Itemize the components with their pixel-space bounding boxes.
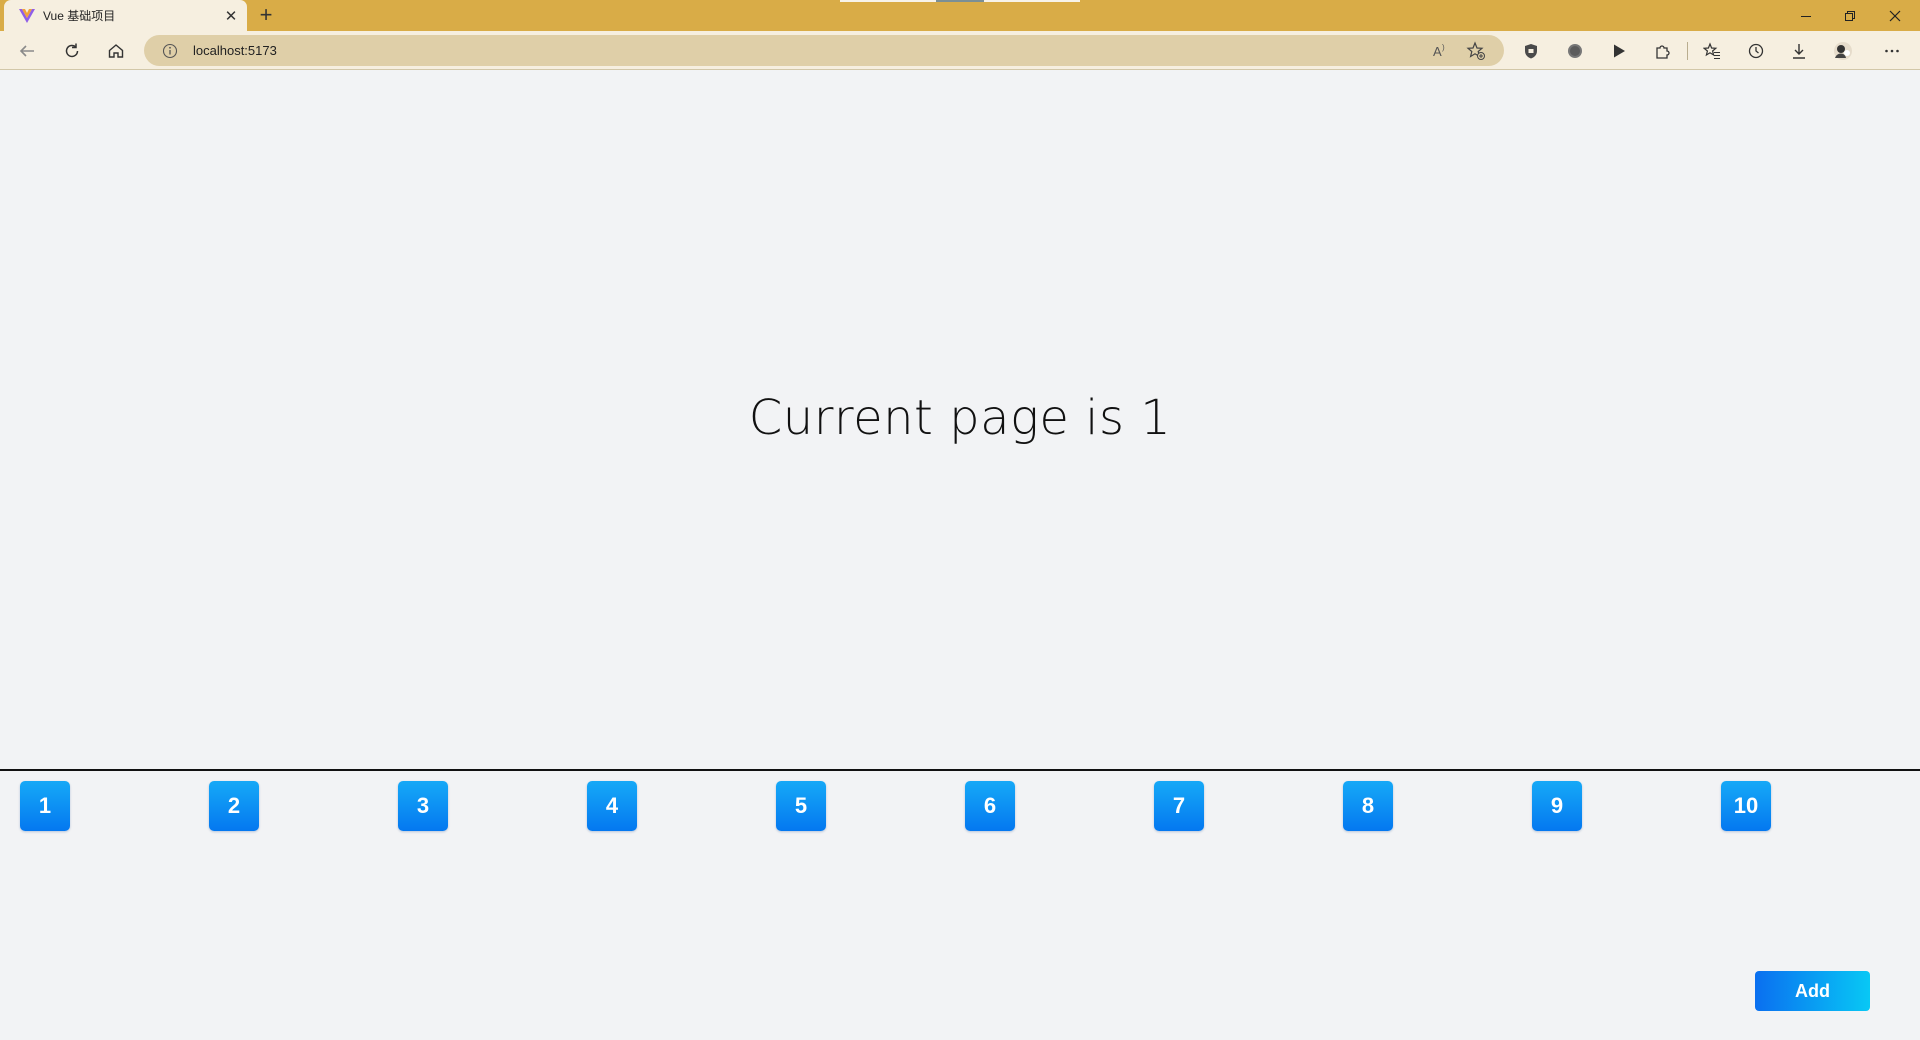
- page-button-10[interactable]: 10: [1721, 781, 1771, 831]
- add-button[interactable]: Add: [1755, 971, 1870, 1011]
- profile-avatar-icon[interactable]: [1830, 38, 1856, 64]
- close-icon[interactable]: [1872, 0, 1918, 31]
- page-button-7[interactable]: 7: [1154, 781, 1204, 831]
- browser-tab[interactable]: Vue 基础项目 ✕: [4, 0, 247, 31]
- extensions-puzzle-icon[interactable]: [1650, 38, 1676, 64]
- download-icon[interactable]: [1786, 38, 1812, 64]
- read-aloud-icon[interactable]: A): [1432, 42, 1450, 60]
- add-favorite-icon[interactable]: [1466, 41, 1486, 61]
- page-button-4[interactable]: 4: [587, 781, 637, 831]
- current-page-heading: Current page is 1: [748, 390, 1172, 446]
- favorites-star-icon[interactable]: [1699, 38, 1725, 64]
- shield-extension-icon[interactable]: [1518, 38, 1544, 64]
- page-button-1[interactable]: 1: [20, 781, 70, 831]
- info-icon[interactable]: [162, 43, 178, 59]
- page-button-9[interactable]: 9: [1532, 781, 1582, 831]
- restore-icon[interactable]: [1827, 0, 1873, 31]
- play-extension-icon[interactable]: [1606, 38, 1632, 64]
- svg-text:A: A: [1433, 44, 1442, 59]
- page-button-2[interactable]: 2: [209, 781, 259, 831]
- svg-text:): ): [1442, 43, 1445, 52]
- address-url[interactable]: localhost:5173: [193, 43, 277, 58]
- refresh-icon[interactable]: [59, 38, 85, 64]
- pager-divider: [0, 769, 1920, 771]
- tab-close-icon[interactable]: ✕: [221, 6, 241, 26]
- browser-toolbar: localhost:5173 A): [0, 31, 1920, 70]
- page-button-8[interactable]: 8: [1343, 781, 1393, 831]
- tab-title: Vue 基础项目: [43, 9, 116, 23]
- page-button-6[interactable]: 6: [965, 781, 1015, 831]
- minimize-icon[interactable]: [1783, 0, 1829, 31]
- back-arrow-icon[interactable]: [14, 38, 40, 64]
- browser-titlebar: Vue 基础项目 ✕ +: [0, 0, 1920, 31]
- window-drag-indicator: [840, 0, 1080, 2]
- home-icon[interactable]: [103, 38, 129, 64]
- address-bar[interactable]: localhost:5173 A): [144, 35, 1504, 66]
- page-button-5[interactable]: 5: [776, 781, 826, 831]
- page-button-3[interactable]: 3: [398, 781, 448, 831]
- more-menu-icon[interactable]: [1879, 38, 1905, 64]
- toolbar-separator: [1687, 42, 1688, 60]
- pager: 1 2 3 4 5 6 7 8 9 10: [0, 781, 1920, 831]
- history-icon[interactable]: [1743, 38, 1769, 64]
- new-tab-button[interactable]: +: [254, 4, 278, 28]
- vue-logo-icon: [18, 7, 36, 25]
- circle-extension-icon[interactable]: [1562, 38, 1588, 64]
